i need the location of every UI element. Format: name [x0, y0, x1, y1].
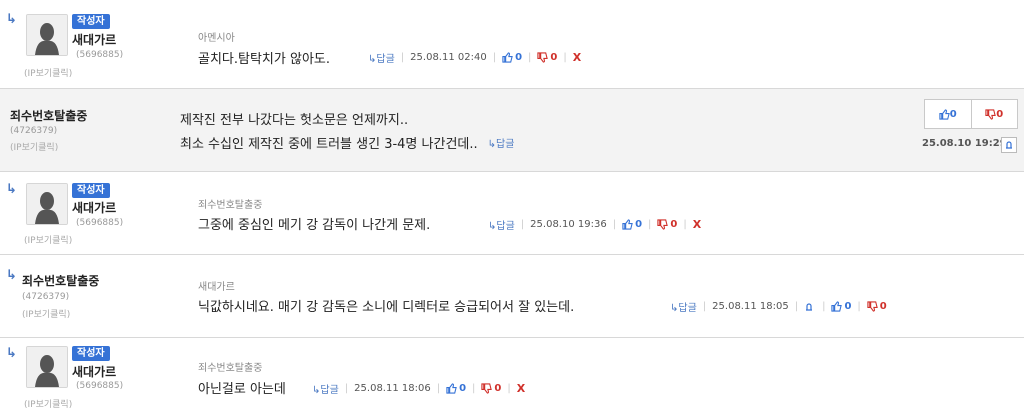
author-badge: 작성자	[72, 183, 110, 198]
dislike-count: 0	[996, 108, 1004, 120]
comment-row: ↳ 작성자 새대가르 (5696885) (IP보기클릭) 아멘시아 골치다.탐…	[0, 0, 1024, 89]
reply-arrow-icon: ↳	[6, 12, 17, 27]
comment-text: 아닌걸로 아는데	[198, 382, 286, 397]
dislike-count: 0	[879, 301, 887, 312]
reply-arrow-icon: ↳	[6, 268, 17, 283]
like-button[interactable]: 0	[622, 219, 642, 230]
delete-button[interactable]: X	[693, 218, 701, 231]
reply-arrow-icon: ↳	[6, 346, 17, 361]
avatar-silhouette-icon	[27, 347, 67, 387]
avatar-silhouette-icon	[27, 184, 67, 224]
vote-box: 0 0	[924, 99, 1018, 129]
like-button[interactable]: 0	[446, 383, 466, 394]
like-count: 0	[844, 301, 852, 312]
comment-row: ↳ 작성자 새대가르 (5696885) (IP보기클릭) 죄수번호탈출중 아닌…	[0, 338, 1024, 416]
author-name[interactable]: 새대가르	[72, 363, 116, 380]
member-id: (5696885)	[76, 50, 124, 60]
reply-small-icon: ↳	[487, 139, 497, 150]
comment-row: ↳ 작성자 새대가르 (5696885) (IP보기클릭) 죄수번호탈출중 그중…	[0, 172, 1024, 255]
comment-meta: ↳답글 | 25.08.11 18:05 | | 0 | 0	[670, 299, 887, 314]
thumbs-down-icon	[657, 219, 669, 230]
member-id: (4726379)	[22, 292, 70, 302]
comment-date: 25.08.11 18:05	[712, 301, 789, 312]
comment-text-line2: 최소 수십인 제작진 중에 트러블 생긴 3-4명 나간건데..	[180, 137, 478, 152]
comment-body-line2: 최소 수십인 제작진 중에 트러블 생긴 3-4명 나간건데.. ↳답글	[180, 133, 514, 152]
ip-view-link[interactable]: (IP보기클릭)	[22, 307, 70, 320]
comment-text-line1: 제작진 전부 나갔다는 헛소문은 언제까지..	[180, 113, 409, 128]
report-bell-icon	[1006, 141, 1012, 149]
dislike-button[interactable]: 0	[537, 52, 557, 63]
dislike-button[interactable]: 0	[972, 100, 1018, 128]
thumbs-down-icon	[867, 301, 878, 312]
reply-to-name: 죄수번호탈출중	[198, 200, 263, 211]
comment-meta: ↳답글 | 25.08.11 18:06 | 0 | 0 | X	[312, 381, 526, 396]
member-id: (4726379)	[10, 126, 58, 136]
reply-button[interactable]: ↳답글	[368, 50, 395, 65]
author-name[interactable]: 죄수번호탈출중	[22, 272, 99, 289]
reply-button[interactable]: ↳답글	[670, 299, 697, 314]
reply-button[interactable]: ↳답글	[488, 135, 515, 150]
like-count: 0	[459, 383, 467, 394]
comment-date: 25.08.10 19:36	[530, 219, 607, 230]
dislike-button[interactable]: 0	[481, 383, 501, 394]
report-bell-icon	[806, 302, 813, 311]
delete-button[interactable]: X	[517, 382, 525, 395]
reply-to-name: 죄수번호탈출중	[198, 363, 263, 374]
member-id: (5696885)	[76, 381, 124, 391]
avatar[interactable]	[26, 183, 68, 225]
author-name[interactable]: 죄수번호탈출중	[10, 107, 87, 124]
comment-text: 골치다.탐탁치가 않아도.	[198, 52, 330, 67]
dislike-button[interactable]: 0	[867, 301, 887, 312]
comment-row: ↳ 죄수번호탈출중 (4726379) (IP보기클릭) 새대가르 닉값하시네요…	[0, 255, 1024, 338]
reply-button[interactable]: ↳답글	[488, 217, 515, 232]
dislike-button[interactable]: 0	[657, 219, 677, 230]
author-badge: 작성자	[72, 14, 110, 29]
like-count: 0	[515, 52, 523, 63]
ip-view-link[interactable]: (IP보기클릭)	[24, 397, 72, 410]
ip-view-link[interactable]: (IP보기클릭)	[24, 233, 72, 246]
author-name[interactable]: 새대가르	[72, 199, 116, 216]
author-name[interactable]: 새대가르	[72, 31, 116, 48]
delete-button[interactable]: X	[573, 51, 581, 64]
comment-text: 그중에 중심인 메기 강 감독이 나간게 문제.	[198, 218, 431, 233]
comment-date: 25.08.11 18:06	[354, 383, 431, 394]
ip-view-link[interactable]: (IP보기클릭)	[24, 66, 72, 79]
avatar-silhouette-icon	[27, 15, 67, 55]
reply-to-name: 새대가르	[198, 282, 235, 293]
avatar[interactable]	[26, 346, 68, 388]
like-button[interactable]: 0	[831, 301, 851, 312]
comment-row: 죄수번호탈출중 (4726379) (IP보기클릭) 제작진 전부 나갔다는 헛…	[0, 89, 1024, 172]
like-button[interactable]: 0	[925, 100, 972, 128]
author-badge: 작성자	[72, 346, 110, 361]
thumbs-up-icon	[502, 52, 513, 63]
reply-arrow-icon: ↳	[6, 182, 17, 197]
comment-text: 닉값하시네요. 매기 강 감독은 소니에 디렉터로 승급되어서 잘 있는데.	[198, 300, 575, 315]
like-button[interactable]: 0	[502, 52, 522, 63]
report-button[interactable]	[1001, 137, 1017, 153]
member-id: (5696885)	[76, 218, 124, 228]
comment-meta: ↳답글 | 25.08.10 19:36 | 0 | 0 | X	[488, 217, 702, 232]
comment-list: ↳ 작성자 새대가르 (5696885) (IP보기클릭) 아멘시아 골치다.탐…	[0, 0, 1026, 416]
comment-meta: ↳답글 | 25.08.11 02:40 | 0 | 0 | X	[368, 50, 582, 65]
like-count: 0	[635, 219, 643, 230]
thumbs-down-icon	[537, 52, 549, 63]
thumbs-up-icon	[622, 219, 633, 230]
comment-date: 25.08.10 19:29	[922, 138, 1007, 149]
avatar[interactable]	[26, 14, 68, 56]
like-count: 0	[949, 108, 957, 120]
thumbs-up-icon	[446, 383, 457, 394]
thumbs-down-icon	[985, 108, 997, 120]
dislike-count: 0	[670, 219, 678, 230]
thumbs-down-icon	[481, 383, 493, 394]
thumbs-up-icon	[939, 108, 950, 120]
ip-view-link[interactable]: (IP보기클릭)	[10, 140, 58, 153]
comment-date: 25.08.11 02:40	[410, 52, 487, 63]
report-button[interactable]	[804, 302, 816, 312]
reply-to-name: 아멘시아	[198, 33, 235, 44]
dislike-count: 0	[550, 52, 558, 63]
reply-button[interactable]: ↳답글	[312, 381, 339, 396]
thumbs-up-icon	[831, 301, 843, 312]
dislike-count: 0	[494, 383, 502, 394]
